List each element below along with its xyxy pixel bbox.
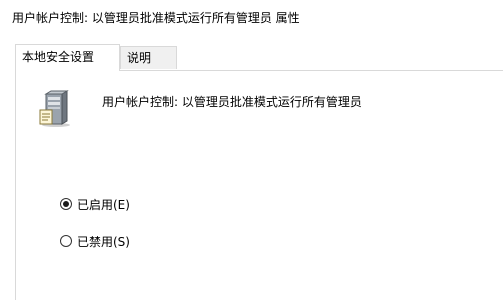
tab-explain[interactable]: 说明 xyxy=(120,46,177,69)
window-title: 用户帐户控制: 以管理员批准模式运行所有管理员 属性 xyxy=(12,11,300,25)
radio-disabled[interactable]: 已禁用(S) xyxy=(60,232,130,250)
radio-enabled-indicator[interactable] xyxy=(60,198,72,210)
properties-window: 用户帐户控制: 以管理员批准模式运行所有管理员 属性 本地安全设置 说明 用户帐… xyxy=(0,0,503,300)
radio-enabled-label[interactable]: 已启用(E) xyxy=(77,196,130,213)
radio-disabled-label[interactable]: 已禁用(S) xyxy=(77,233,130,250)
policy-name: 用户帐户控制: 以管理员批准模式运行所有管理员 xyxy=(102,95,362,109)
radio-enabled[interactable]: 已启用(E) xyxy=(60,195,130,213)
radio-disabled-indicator[interactable] xyxy=(60,235,72,247)
tab-panel: 用户帐户控制: 以管理员批准模式运行所有管理员 已启用(E) 已禁用(S) xyxy=(15,70,503,300)
server-icon xyxy=(39,90,70,127)
tab-local-security-setting[interactable]: 本地安全设置 xyxy=(15,44,120,71)
